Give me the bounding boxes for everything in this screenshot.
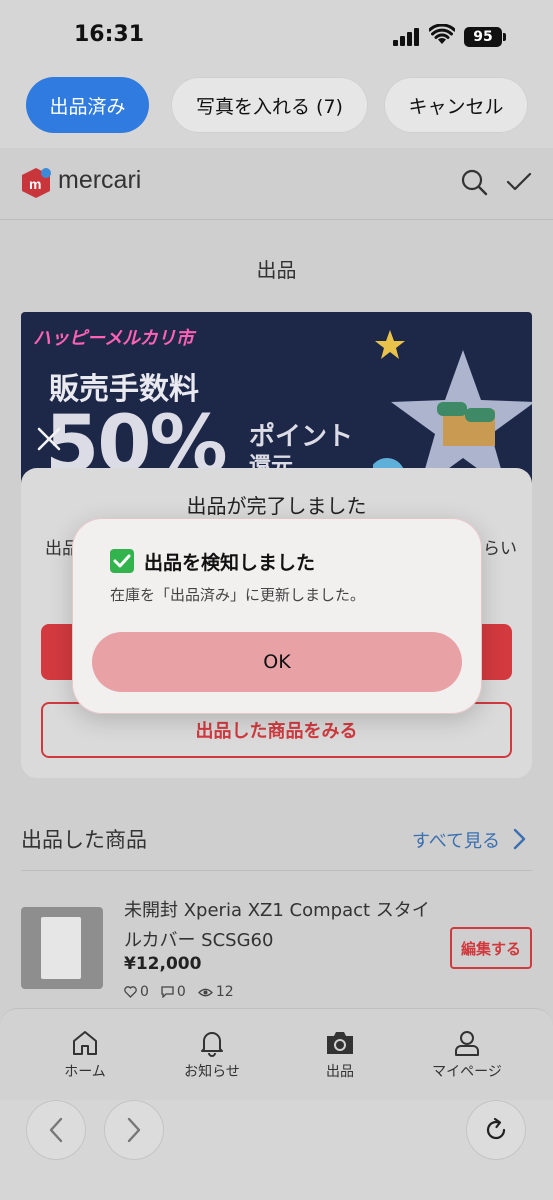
item-thumbnail[interactable]: [21, 907, 103, 989]
mercari-logo-icon: m: [22, 168, 51, 198]
sheet-title: 出品が完了しました: [186, 494, 367, 518]
top-action-bar: 出品済み 写真を入れる (7) キャンセル: [0, 70, 553, 148]
page-title: 出品: [256, 258, 297, 282]
star-icon: [375, 330, 405, 359]
see-all-link[interactable]: すべて見る: [412, 827, 500, 853]
bell-icon: [201, 1032, 223, 1057]
sheet-text-fragment-right: らい: [483, 539, 517, 559]
listed-button[interactable]: 出品済み: [26, 77, 149, 133]
heart-icon: [124, 986, 137, 998]
nav-sell-label: 出品: [326, 1064, 354, 1080]
add-photos-button[interactable]: 写真を入れる (7): [171, 77, 368, 133]
cellular-signal-icon: [393, 28, 421, 46]
nav-notifications[interactable]: お知らせ: [157, 1029, 267, 1081]
item-price: ¥12,000: [124, 954, 202, 974]
nav-mypage-label: マイページ: [432, 1064, 502, 1080]
chevron-left-icon: [49, 1117, 63, 1143]
cancel-button[interactable]: キャンセル: [384, 77, 528, 133]
nav-sell[interactable]: 出品: [285, 1029, 395, 1081]
alert-title: 出品を検知しました: [144, 552, 316, 574]
item-title[interactable]: 未開封 Xperia XZ1 Compact スタイルカバー SCSG60: [124, 896, 434, 956]
close-icon[interactable]: [36, 426, 62, 452]
views-stat: 12: [197, 984, 234, 1000]
svg-text:m: m: [29, 176, 41, 192]
chevron-right-icon[interactable]: [512, 828, 526, 850]
comments-stat: 0: [161, 984, 186, 1000]
edit-item-button[interactable]: 編集する: [450, 927, 532, 969]
battery-indicator: 95: [464, 27, 502, 47]
mercari-logo-text: mercari: [58, 166, 142, 194]
section-divider: [21, 870, 532, 871]
search-icon[interactable]: [460, 168, 488, 196]
app-header: m mercari: [0, 148, 553, 220]
status-time: 16:31: [74, 22, 145, 47]
check-mark-icon: [110, 549, 134, 573]
nav-mypage[interactable]: マイページ: [412, 1029, 522, 1081]
reload-button[interactable]: [466, 1100, 526, 1160]
likes-count: 0: [140, 984, 149, 1000]
chevron-right-icon: [127, 1117, 141, 1143]
views-count: 12: [215, 984, 234, 1000]
listed-items-heading: 出品した商品: [21, 828, 147, 852]
status-bar: 16:31 95: [0, 0, 553, 70]
battery-nub: [503, 33, 506, 41]
likes-stat: 0: [124, 984, 149, 1000]
banner-tag: ハッピーメルカリ市: [33, 328, 194, 349]
forward-button[interactable]: [104, 1100, 164, 1160]
nav-home[interactable]: ホーム: [30, 1029, 140, 1081]
nav-home-label: ホーム: [64, 1064, 106, 1080]
browser-controls: [0, 1100, 553, 1200]
ok-button[interactable]: OK: [92, 632, 462, 692]
comment-icon: [161, 986, 174, 998]
alert-message: 在庫を「出品済み」に更新しました。: [110, 586, 366, 604]
detection-alert: 出品を検知しました 在庫を「出品済み」に更新しました。 OK: [72, 518, 482, 714]
reload-icon: [486, 1117, 506, 1140]
person-icon: [455, 1031, 479, 1056]
eye-icon: [197, 988, 213, 996]
item-stats: 0 0 12: [124, 984, 234, 1000]
bottom-nav: ホーム お知らせ 出品 マイページ: [0, 1008, 553, 1100]
wifi-icon: [429, 24, 455, 44]
comments-count: 0: [176, 984, 186, 1000]
camera-icon: [327, 1032, 353, 1054]
home-icon: [73, 1031, 97, 1055]
checkmark-icon[interactable]: [506, 170, 532, 194]
product-box-image: [41, 917, 81, 979]
back-button[interactable]: [26, 1100, 86, 1160]
nav-notifications-label: お知らせ: [184, 1064, 240, 1080]
